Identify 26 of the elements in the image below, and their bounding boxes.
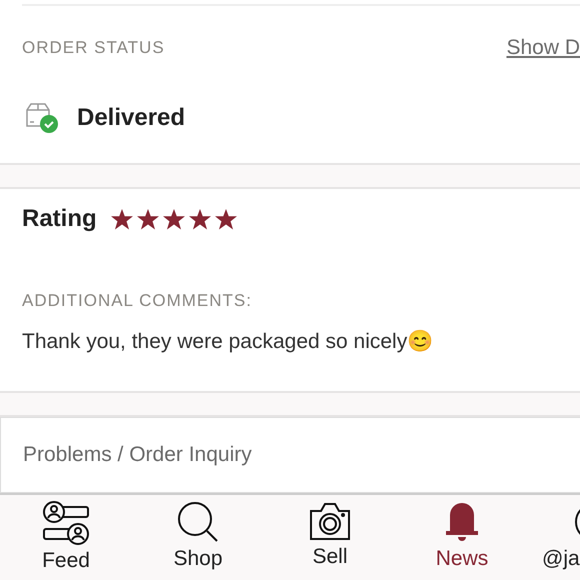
tab-label: News (436, 547, 488, 571)
tab-bar-item[interactable]: Sell (264, 495, 396, 580)
delivered-box-icon (25, 102, 59, 134)
star-icon (214, 208, 237, 230)
show-details-link[interactable]: Show D (506, 36, 580, 60)
tab-label: Feed (42, 549, 90, 573)
tab-bar-item[interactable]: @ja (528, 495, 580, 580)
feed-icon (42, 501, 90, 545)
rating-label: Rating (22, 205, 97, 233)
order-inquiry-button[interactable]: Problems / Order Inquiry (0, 417, 580, 493)
section-heading: ORDER STATUS (22, 38, 165, 58)
tab-bar-item[interactable]: Feed (0, 495, 132, 580)
comments-heading: ADDITIONAL COMMENTS: (22, 291, 252, 310)
star-icon (136, 208, 159, 230)
camera-icon (308, 501, 352, 541)
star-icon (188, 208, 211, 230)
tab-label: Sell (312, 545, 348, 569)
star-icon (162, 208, 185, 230)
search-icon (177, 501, 219, 543)
tab-bar-item[interactable]: Shop (132, 495, 264, 580)
order-status: Delivered (77, 104, 186, 132)
comment-text: Thank you, they were packaged so nicely😊 (22, 329, 434, 354)
tab-label: Shop (173, 547, 223, 571)
tab-bar-item[interactable]: News (396, 495, 528, 580)
tab-label: @ja (542, 547, 580, 571)
star-icon (110, 208, 133, 230)
